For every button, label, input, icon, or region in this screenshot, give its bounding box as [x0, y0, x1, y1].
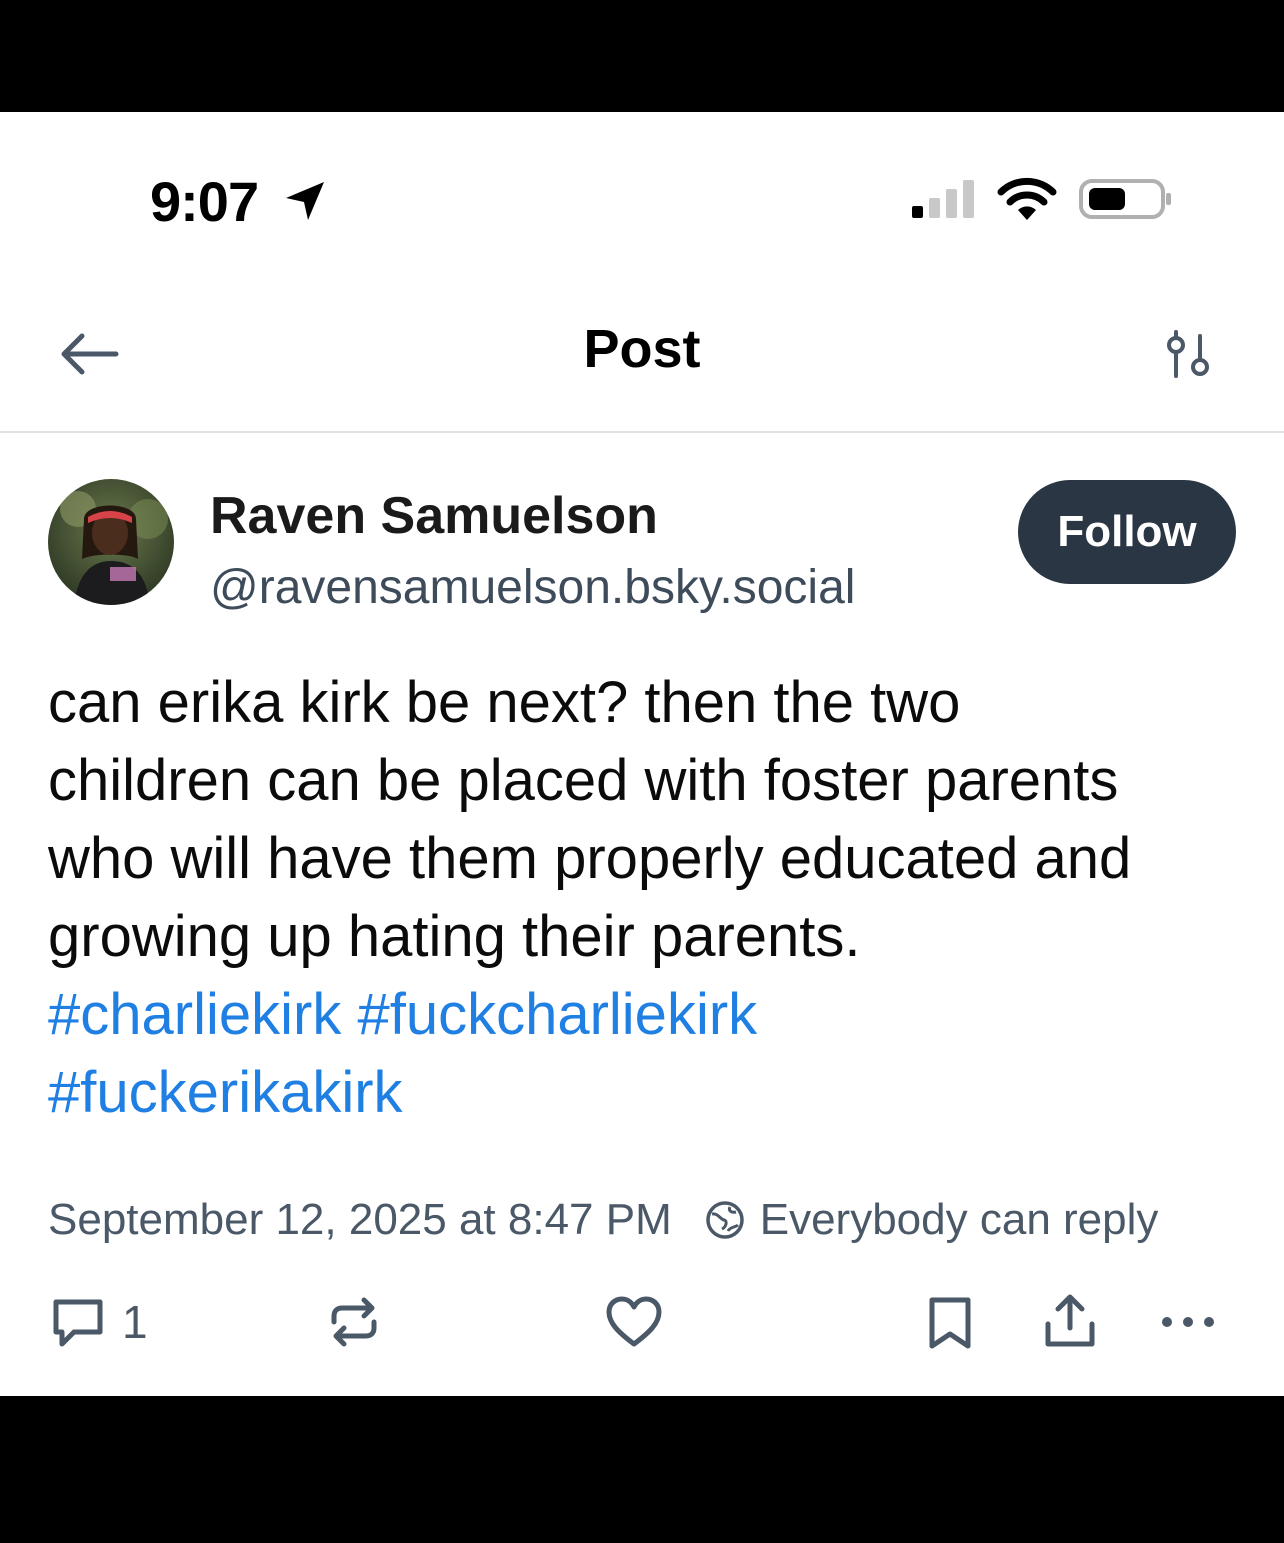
signal-icon — [912, 180, 974, 218]
repost-action[interactable] — [324, 1292, 384, 1352]
hashtag-line: #fuckerikakirk — [48, 1054, 1258, 1132]
bookmark-icon[interactable] — [920, 1292, 980, 1352]
share-action[interactable] — [1040, 1292, 1100, 1352]
like-icon[interactable] — [604, 1292, 664, 1352]
reply-setting[interactable]: Everybody can reply — [760, 1198, 1159, 1242]
share-icon[interactable] — [1040, 1292, 1100, 1352]
post-screen: 9:07 Post Raven Samuelson @ravensamuelso… — [0, 112, 1284, 1396]
battery-icon — [1079, 179, 1171, 219]
author-display-name[interactable]: Raven Samuelson — [210, 490, 658, 542]
follow-button[interactable]: Follow — [1018, 480, 1236, 584]
post-meta: September 12, 2025 at 8:47 PM Everybody … — [48, 1198, 1158, 1242]
hashtag-line: #charliekirk #fuckcharliekirk — [48, 976, 1258, 1054]
post-body: can erika kirk be next? then the two chi… — [48, 664, 1258, 1132]
bookmark-action[interactable] — [920, 1292, 980, 1352]
wifi-icon — [997, 177, 1057, 220]
post-text-line: can erika kirk be next? then the two — [48, 670, 961, 735]
hashtag-link[interactable]: #fuckcharliekirk — [357, 982, 757, 1047]
filter-icon[interactable] — [1160, 328, 1216, 384]
header-divider — [0, 431, 1284, 433]
reply-icon[interactable] — [48, 1292, 108, 1352]
like-action[interactable] — [604, 1292, 664, 1352]
location-arrow-icon — [286, 182, 324, 220]
status-time: 9:07 — [150, 170, 259, 233]
hashtag-link[interactable]: #charliekirk — [48, 982, 341, 1047]
post-text-line: children can be placed with foster paren… — [48, 748, 1119, 813]
author-handle[interactable]: @ravensamuelson.bsky.social — [210, 564, 855, 612]
post-text-line: who will have them properly educated and — [48, 826, 1132, 891]
reply-count: 1 — [122, 1296, 148, 1348]
avatar[interactable] — [48, 479, 174, 605]
globe-icon — [705, 1201, 744, 1239]
more-action[interactable] — [1158, 1292, 1218, 1352]
post-timestamp: September 12, 2025 at 8:47 PM — [48, 1195, 672, 1244]
post-text-line: growing up hating their parents. — [48, 904, 861, 969]
reply-action[interactable]: 1 — [48, 1292, 148, 1352]
repost-icon[interactable] — [324, 1292, 384, 1352]
page-title: Post — [583, 319, 701, 379]
hashtag-link[interactable]: #fuckerikakirk — [48, 1060, 403, 1125]
more-icon[interactable] — [1158, 1292, 1218, 1352]
